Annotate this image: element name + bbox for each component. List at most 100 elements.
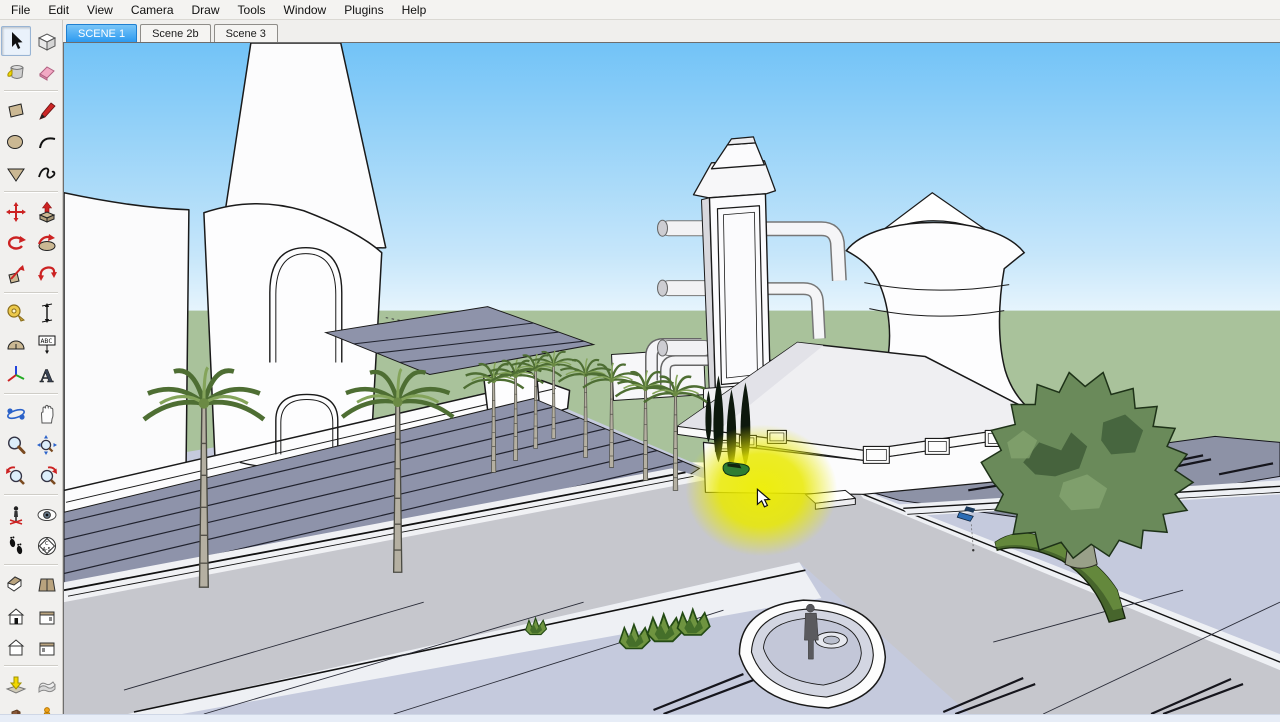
menu-bar: FileEditViewCameraDrawToolsWindowPlugins… — [0, 0, 1280, 20]
view-front-icon — [5, 605, 27, 627]
svg-text:A-5: A-5 — [42, 547, 50, 553]
toolbar-separator — [4, 292, 58, 294]
zoom-next-icon — [36, 465, 58, 487]
toolbar-separator — [4, 564, 58, 566]
make-component-icon — [36, 30, 58, 52]
toolbar-separator — [4, 494, 58, 496]
tool-zoom-extents-button[interactable] — [32, 430, 62, 460]
tool-view-right-button[interactable] — [32, 601, 62, 631]
circle-icon — [5, 131, 27, 153]
tool-follow-me-button[interactable] — [32, 228, 62, 258]
freehand-icon — [36, 162, 58, 184]
model-scene[interactable] — [64, 43, 1280, 714]
tool-get-current-view-button[interactable] — [1, 671, 31, 701]
line-icon — [36, 100, 58, 122]
tool-make-component-button[interactable] — [32, 26, 62, 56]
menu-item-draw[interactable]: Draw — [183, 1, 229, 19]
tool-arc-button[interactable] — [32, 127, 62, 157]
tool-section-plane-button[interactable]: CA-5 — [32, 531, 62, 561]
tool-rotate-button[interactable] — [1, 228, 31, 258]
tool-select-button[interactable] — [1, 26, 31, 56]
move-icon — [5, 201, 27, 223]
tool-toggle-terrain-button[interactable] — [32, 671, 62, 701]
tool-rectangle-button[interactable] — [1, 96, 31, 126]
position-camera-icon — [5, 504, 27, 526]
selection-highlight — [685, 424, 837, 556]
toolbar-separator — [4, 191, 58, 193]
toolbar-separator — [4, 665, 58, 667]
tool-photo-textures-button[interactable] — [1, 702, 31, 714]
tool-view-top-button[interactable] — [32, 570, 62, 600]
menu-item-help[interactable]: Help — [393, 1, 436, 19]
tool-move-button[interactable] — [1, 197, 31, 227]
arc-icon — [36, 131, 58, 153]
paint-bucket-icon — [5, 61, 27, 83]
viewport[interactable] — [63, 42, 1280, 714]
app-body: ABC A CA-5 SCENE 1Scene 2bScene 3 — [0, 20, 1280, 714]
menu-item-window[interactable]: Window — [275, 1, 336, 19]
tool-tape-measure-button[interactable] — [1, 298, 31, 328]
tool-axes-button[interactable] — [1, 360, 31, 390]
tool-view-iso-button[interactable] — [1, 570, 31, 600]
zoom-extents-icon — [36, 434, 58, 456]
tool-circle-button[interactable] — [1, 127, 31, 157]
tool-3d-text-button[interactable]: A — [32, 360, 62, 390]
model-car[interactable] — [723, 462, 749, 476]
photo-textures-icon — [5, 706, 27, 714]
zoom-previous-icon — [5, 465, 27, 487]
protractor-icon — [5, 333, 27, 355]
tool-text-button[interactable]: ABC — [32, 329, 62, 359]
pan-icon — [36, 403, 58, 425]
scene-tab-2[interactable]: Scene 2b — [140, 24, 210, 42]
tool-palette: ABC A CA-5 — [0, 20, 63, 714]
menu-item-view[interactable]: View — [78, 1, 122, 19]
tool-dimension-button[interactable] — [32, 298, 62, 328]
tool-eraser-button[interactable] — [32, 57, 62, 87]
tool-freehand-button[interactable] — [32, 158, 62, 188]
tool-look-around-button[interactable] — [32, 500, 62, 530]
svg-text:ABC: ABC — [40, 337, 52, 345]
left-building-mass-left[interactable] — [64, 193, 189, 498]
zoom-icon — [5, 434, 27, 456]
tool-position-camera-button[interactable] — [1, 500, 31, 530]
section-plane-icon: CA-5 — [36, 535, 58, 557]
view-right-icon — [36, 605, 58, 627]
tool-view-left-button[interactable] — [32, 632, 62, 662]
menu-item-camera[interactable]: Camera — [122, 1, 183, 19]
follow-me-icon — [36, 232, 58, 254]
tool-offset-button[interactable] — [32, 259, 62, 289]
menu-item-tools[interactable]: Tools — [229, 1, 275, 19]
toolbar-separator — [4, 90, 58, 92]
scale-icon — [5, 263, 27, 285]
menu-item-edit[interactable]: Edit — [39, 1, 78, 19]
rotate-icon — [5, 232, 27, 254]
walk-icon — [5, 535, 27, 557]
scene-tab-3[interactable]: Scene 3 — [214, 24, 278, 42]
menu-item-plugins[interactable]: Plugins — [335, 1, 392, 19]
tool-view-back-button[interactable] — [1, 632, 31, 662]
tool-pan-button[interactable] — [32, 399, 62, 429]
tool-polygon-button[interactable] — [1, 158, 31, 188]
status-strip — [0, 714, 1280, 722]
tool-view-front-button[interactable] — [1, 601, 31, 631]
tape-measure-icon — [5, 302, 27, 324]
view-back-icon — [5, 636, 27, 658]
tool-paint-bucket-button[interactable] — [1, 57, 31, 87]
scene-tab-1[interactable]: SCENE 1 — [66, 24, 137, 42]
tool-protractor-button[interactable] — [1, 329, 31, 359]
text-icon: ABC — [36, 333, 58, 355]
tool-zoom-button[interactable] — [1, 430, 31, 460]
view-top-icon — [36, 574, 58, 596]
view-left-icon — [36, 636, 58, 658]
menu-item-file[interactable]: File — [2, 1, 39, 19]
tool-walk-button[interactable] — [1, 531, 31, 561]
tool-line-button[interactable] — [32, 96, 62, 126]
tool-scale-button[interactable] — [1, 259, 31, 289]
tool-push-pull-button[interactable] — [32, 197, 62, 227]
tool-preview-model-button[interactable] — [32, 702, 62, 714]
tool-orbit-button[interactable] — [1, 399, 31, 429]
tool-zoom-previous-button[interactable] — [1, 461, 31, 491]
tool-zoom-next-button[interactable] — [32, 461, 62, 491]
preview-model-icon — [36, 706, 58, 714]
dimension-icon — [36, 302, 58, 324]
